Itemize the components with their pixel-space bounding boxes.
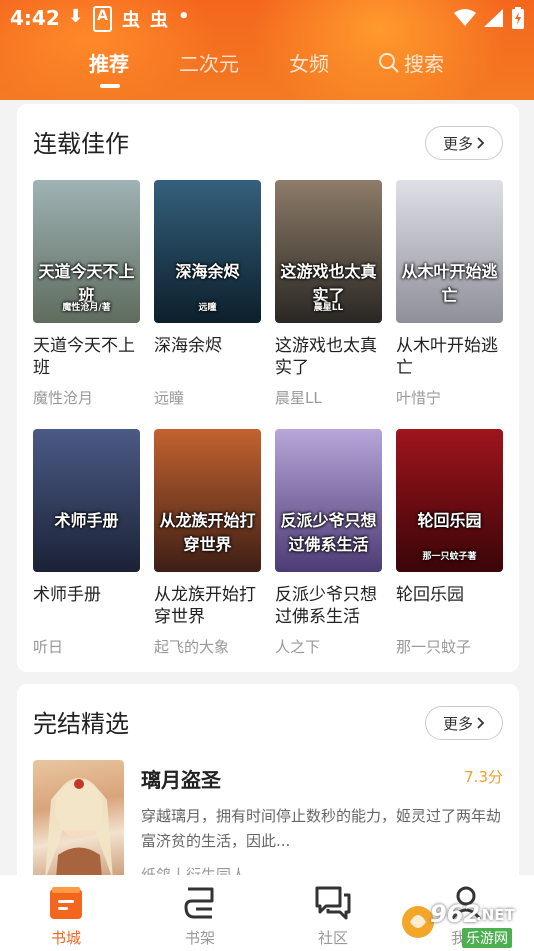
site-watermark: 962 .NET 乐游网 [400,900,528,948]
nav-bookstore[interactable]: 书城 [26,881,106,948]
nav-label: 书城 [50,929,81,947]
bookshelf-icon [184,887,214,919]
signal-icon [484,9,503,27]
book-title[interactable]: 从木叶开始逃亡 [396,335,504,379]
serial-section: 连载佳作 更多 天道今天不上班 魔性沧月/著 天道今天不上班 魔性沧月 深海余烬 远瞳 深海… [17,104,519,672]
book-title[interactable]: 轮回乐园 [396,584,504,628]
book-cover[interactable]: 术师手册 [33,429,140,572]
chevron-right-icon [477,717,485,729]
book-title[interactable]: 这游戏也太真实了 [275,335,383,379]
book-title[interactable]: 深海余烬 [154,335,262,379]
book-cover[interactable]: 这游戏也太真实了 晨星LL [275,180,382,323]
nav-bookshelf[interactable]: 书架 [160,881,240,948]
book-author: 起飞的大象 [154,638,230,656]
book-cover[interactable]: 反派少爷只想过佛系生活 [275,429,382,572]
cover-title: 从木叶开始逃亡 [401,262,498,305]
watermark-sub: 乐游网 [462,928,512,948]
book-author: 晨星LL [275,389,322,407]
book-item[interactable]: 轮回乐园 那一只蚊子著 轮回乐园 那一只蚊子 [396,429,504,657]
battery-icon [512,7,524,29]
status-bar: 4:42 ⬇ A 虫 虫 • [0,0,534,36]
bookstore-icon [50,887,82,919]
section-title: 连载佳作 [33,130,129,158]
watermark-brand: 962 [430,900,481,928]
notification-icons: ⬇ A 虫 虫 • [68,6,189,32]
dot-icon: • [177,6,190,27]
cover-title: 深海余烬 [175,262,240,281]
book-item[interactable]: 反派少爷只想过佛系生活 反派少爷只想过佛系生活人之下 [275,429,383,657]
category-tabs: 推荐 二次元 女频 搜索 [0,44,534,94]
cover-title: 这游戏也太真实了 [280,262,377,305]
app-notification-icon: A [93,6,112,32]
cover-title: 术师手册 [54,511,119,530]
featured-book-cover[interactable] [33,760,124,890]
more-button[interactable]: 更多 [425,706,503,740]
tab-search-label: 搜索 [404,52,444,76]
book-title[interactable]: 术师手册 [33,584,141,628]
tab-search[interactable]: 搜索 [378,48,444,77]
status-time: 4:42 [10,6,60,30]
book-cover[interactable]: 天道今天不上班 魔性沧月/著 [33,180,140,323]
wifi-icon [454,9,476,26]
book-cover[interactable]: 从龙族开始打穿世界 [154,429,261,572]
book-title[interactable]: 天道今天不上班 [33,335,141,379]
nav-community[interactable]: 社区 [293,881,373,948]
featured-book-score: 7.3分 [464,768,503,786]
book-item[interactable]: 术师手册 术师手册 听日 [33,429,141,657]
tab-female[interactable]: 女频 [289,48,329,77]
search-icon [379,52,399,73]
download-icon: ⬇ [68,6,84,27]
cover-subtitle: 晨星LL [313,303,344,313]
cover-art [45,778,113,890]
cover-title: 天道今天不上班 [38,262,135,305]
book-author: 那一只蚊子 [396,638,472,656]
cover-subtitle: 那一只蚊子著 [422,552,477,562]
tab-anime[interactable]: 二次元 [179,48,239,77]
book-item[interactable]: 天道今天不上班 魔性沧月/著 天道今天不上班 魔性沧月 [33,180,141,408]
community-icon [315,886,351,920]
book-cover[interactable]: 深海余烬 远瞳 [154,180,261,323]
featured-book-description: 穿越璃月，拥有时间停止数秒的能力，姬灵过了两年劫富济贫的生活，因此... [141,807,502,850]
cover-subtitle: 远瞳 [198,303,217,313]
book-item[interactable]: 从龙族开始打穿世界 从龙族开始打穿世界起飞的大象 [154,429,262,657]
featured-book-title[interactable]: 璃月盗圣 [141,764,221,793]
book-item[interactable]: 从木叶开始逃亡 从木叶开始逃亡叶惜宁 [396,180,504,408]
section-title: 完结精选 [33,710,129,738]
book-author: 叶惜宁 [396,389,442,407]
bug-icon: 虫 [149,10,168,31]
cover-title: 轮回乐园 [417,511,482,530]
book-author: 魔性沧月 [33,389,94,407]
cover-title: 反派少爷只想过佛系生活 [280,511,377,554]
book-author: 远瞳 [154,389,185,407]
cover-title: 从龙族开始打穿世界 [159,511,256,554]
book-cover[interactable]: 轮回乐园那一只蚊子著 [396,429,503,572]
top-header: 4:42 ⬇ A 虫 虫 • 推荐 二次元 女频 搜索 [0,0,534,100]
more-label: 更多 [442,714,473,733]
system-icons [454,7,524,29]
bug-icon: 虫 [121,10,140,31]
book-item[interactable]: 这游戏也太真实了 晨星LL 这游戏也太真实了 晨星LL [275,180,383,408]
book-title[interactable]: 反派少爷只想过佛系生活 [275,584,383,628]
nav-label: 书架 [184,929,215,947]
nav-label: 社区 [317,929,348,947]
tab-recommend[interactable]: 推荐 [89,48,129,77]
watermark-brand-suffix: .NET [476,906,515,924]
book-item[interactable]: 深海余烬 远瞳 深海余烬 远瞳 [154,180,262,408]
book-author: 听日 [33,638,64,656]
book-author: 人之下 [275,638,321,656]
book-cover[interactable]: 从木叶开始逃亡 [396,180,503,323]
more-button[interactable]: 更多 [425,126,503,160]
more-label: 更多 [442,134,473,153]
chevron-right-icon [477,137,485,149]
cover-subtitle: 魔性沧月/著 [62,303,111,313]
tab-indicator [100,84,120,88]
book-title[interactable]: 从龙族开始打穿世界 [154,584,262,628]
